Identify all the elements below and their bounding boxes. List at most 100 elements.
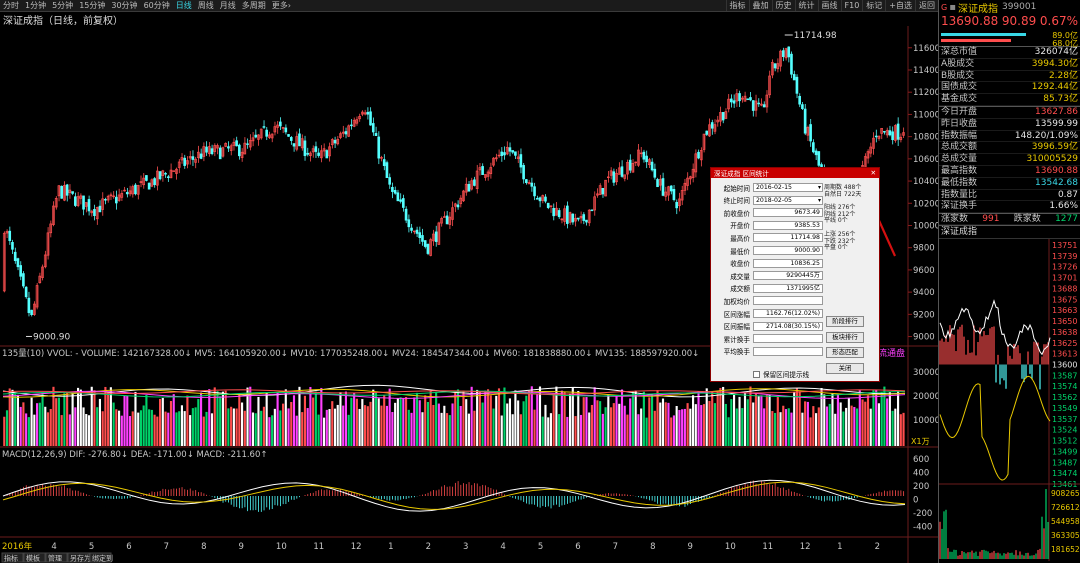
- tool-button[interactable]: 返回: [915, 0, 938, 11]
- mini-price-label: 13688: [1052, 284, 1077, 293]
- period-tab[interactable]: 60分钟: [141, 0, 173, 11]
- candle: [426, 243, 430, 254]
- bottom-tab[interactable]: 模板: [26, 554, 40, 563]
- volume-bar: [692, 395, 695, 446]
- candle: [773, 63, 777, 69]
- tool-button[interactable]: 指标: [725, 0, 749, 11]
- volume-bar: [538, 386, 542, 446]
- field-label: 终止时间: [723, 197, 750, 206]
- volume-bar: [713, 403, 716, 446]
- tool-button[interactable]: 标记: [862, 0, 885, 11]
- period-tab[interactable]: 月线: [217, 0, 239, 11]
- right-panel: G ▪ 深证成指 399001 13690.88 90.89 0.67% 89.…: [938, 0, 1080, 563]
- volume-bar: [886, 398, 889, 446]
- dialog-titlebar[interactable]: 深证成指 区间统计 ✕: [711, 168, 879, 178]
- mini-price-label: 13751: [1052, 241, 1077, 250]
- volume-bar: [678, 410, 681, 446]
- volume-bar: [760, 395, 763, 446]
- period-tab[interactable]: 5分钟: [49, 0, 76, 11]
- dialog-button[interactable]: 形态匹配: [826, 347, 864, 358]
- intraday-chart[interactable]: 13751 13739 13726 1370113688 13675 13663 13650…: [939, 238, 1080, 561]
- volume-bar: [169, 401, 173, 446]
- period-tab[interactable]: 1分钟: [22, 0, 49, 11]
- candle: [314, 146, 318, 152]
- dialog-button[interactable]: 关闭: [826, 362, 864, 374]
- volume-bar: [301, 412, 304, 446]
- tool-button[interactable]: 统计: [794, 0, 818, 11]
- down-count: 1277: [1055, 214, 1078, 225]
- volume-bar: [590, 404, 593, 446]
- mini-price-label: 13726: [1052, 263, 1077, 272]
- candle: [27, 297, 31, 314]
- volume-bar: [631, 391, 634, 446]
- tool-button[interactable]: 叠加: [748, 0, 772, 11]
- bottom-tab[interactable]: 指标: [4, 554, 18, 563]
- candle: [519, 154, 523, 168]
- period-tab[interactable]: 日线: [173, 0, 195, 11]
- volume-bar: [137, 412, 140, 446]
- volume-bar: [489, 395, 492, 446]
- checkbox-box[interactable]: [753, 370, 760, 378]
- date-label: 6: [126, 542, 131, 552]
- candle: [888, 130, 892, 136]
- candle: [661, 178, 665, 196]
- candle: [265, 129, 268, 137]
- bottom-tab[interactable]: 管理: [48, 554, 62, 563]
- volume-bar: [377, 398, 380, 446]
- period-tab[interactable]: 15分钟: [76, 0, 108, 11]
- volume-bar: [675, 406, 678, 446]
- date-picker[interactable]: 2016-02-15: [753, 183, 823, 192]
- dialog-button[interactable]: 板块排行: [826, 331, 864, 343]
- volume-bar: [517, 400, 520, 446]
- volume-bar: [514, 390, 517, 446]
- period-tab[interactable]: 30分钟: [108, 0, 140, 11]
- close-icon[interactable]: ✕: [870, 169, 879, 177]
- volume-bar: [112, 402, 115, 446]
- stock-app: 分时 1分钟 5分钟 15分钟 30分钟 60分钟 日线 周线 月线 多周期 更多› 指标 叠加 历史 统计…: [0, 0, 1080, 563]
- volume-bar: [456, 389, 460, 446]
- volume-bar: [667, 402, 670, 446]
- candle: [421, 235, 424, 242]
- bottom-tab[interactable]: 另存为: [70, 554, 91, 563]
- volume-bar: [459, 405, 462, 446]
- candle: [710, 122, 714, 129]
- tool-button[interactable]: 历史: [771, 0, 795, 11]
- keep-lines-checkbox[interactable]: 保留区间提示线: [753, 369, 809, 379]
- volume-bar: [22, 402, 25, 446]
- volume-bar: [875, 389, 878, 446]
- mini-price-label: 13474: [1052, 469, 1077, 478]
- volume-bar: [396, 398, 399, 446]
- price-change: 90.89: [1001, 14, 1037, 28]
- field-label: 成交量: [730, 272, 750, 281]
- tool-button[interactable]: +自选: [885, 0, 915, 11]
- index-name: 深证成指: [957, 3, 998, 15]
- tool-button[interactable]: F10: [840, 0, 863, 11]
- volume-bar: [161, 397, 164, 446]
- mini-price-label: 13549: [1052, 404, 1077, 413]
- price-tick-label: 10200: [913, 199, 938, 209]
- volume-bar: [465, 399, 468, 446]
- volume-bar: [508, 398, 511, 446]
- candle: [732, 100, 736, 104]
- volume-bar: [899, 414, 902, 446]
- date-label: 12: [800, 542, 811, 552]
- price-tick-label: 9600: [913, 266, 935, 276]
- volume-bar: [454, 391, 457, 446]
- dialog-button[interactable]: 阶段排行: [826, 316, 864, 327]
- period-tab[interactable]: 多周期: [239, 0, 269, 11]
- volume-bar: [804, 401, 807, 446]
- date-picker[interactable]: 2018-02-05: [753, 195, 823, 205]
- bottom-tab[interactable]: 绑定到: [92, 554, 113, 563]
- tool-button[interactable]: 画线: [817, 0, 841, 11]
- chart-title: 深证成指（日线，前复权）: [3, 15, 123, 27]
- candle: [287, 134, 290, 137]
- field-label: 平均换手: [723, 348, 750, 357]
- period-tab[interactable]: 更多›: [269, 0, 294, 11]
- flow-bar-cyan: [941, 33, 1026, 36]
- candle: [628, 159, 632, 171]
- period-tab[interactable]: 周线: [195, 0, 217, 11]
- volume-bar: [719, 387, 722, 446]
- period-tab[interactable]: 分时: [0, 0, 22, 11]
- volume-bar: [156, 416, 159, 446]
- dialog-field: 前收盘价 9673.49: [713, 207, 823, 218]
